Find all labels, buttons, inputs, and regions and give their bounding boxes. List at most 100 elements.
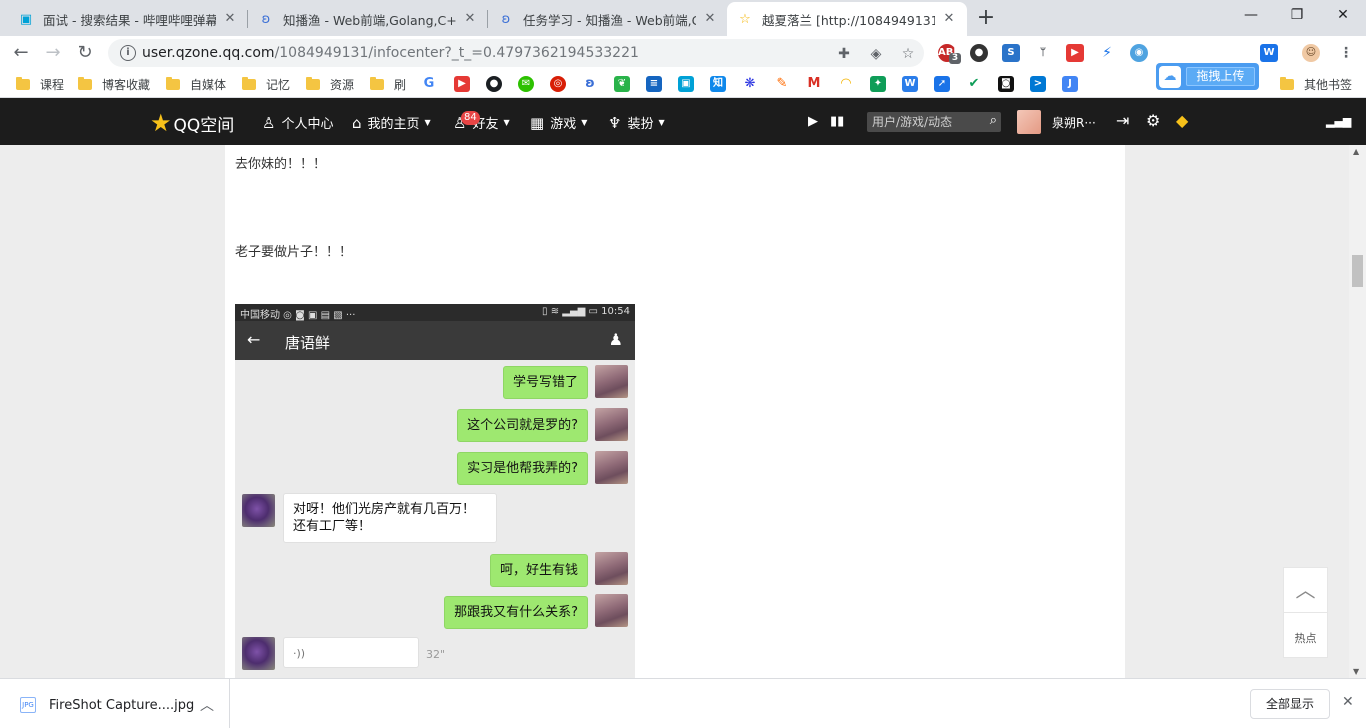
netease-music-icon[interactable]: ◎ xyxy=(550,76,566,92)
lightning-icon[interactable]: ⚡ xyxy=(1098,44,1116,62)
close-window-button[interactable]: ✕ xyxy=(1320,0,1366,30)
bookmark-folder[interactable]: 自媒体 xyxy=(166,76,226,93)
qzone-search-input[interactable] xyxy=(867,112,979,132)
zhiboyu-icon[interactable]: ʚ xyxy=(582,76,598,92)
username[interactable]: 泉朔R··· xyxy=(1052,114,1096,131)
w-extension-icon[interactable]: W xyxy=(1260,44,1278,62)
extension-puzzle-icon[interactable]: ✚ xyxy=(835,45,853,63)
vertical-scrollbar[interactable]: ▲ ▼ xyxy=(1349,145,1366,678)
gear-icon[interactable]: ⚙ xyxy=(1146,111,1160,130)
nav-personal-center[interactable]: ♙ 个人中心 xyxy=(262,113,333,133)
download-item[interactable]: JPG FireShot Capture....jpg ︿ xyxy=(0,679,230,728)
wechat-icon[interactable]: ✉ xyxy=(518,76,534,92)
close-icon[interactable]: ✕ xyxy=(222,11,238,27)
forward-button[interactable]: → xyxy=(40,40,66,66)
pen-icon[interactable]: ✎ xyxy=(774,76,790,92)
voice-icon: ·)) xyxy=(293,647,306,660)
bilibili-icon[interactable]: ▣ xyxy=(678,76,694,92)
s-extension-icon[interactable]: S xyxy=(1002,44,1020,62)
close-icon[interactable]: ✕ xyxy=(462,11,478,27)
tab-zhiboyu[interactable]: ʚ 知播渔 - Web前端,Golang,C++,Java ✕ xyxy=(248,2,488,36)
rainbow-icon[interactable]: ◠ xyxy=(838,76,854,92)
qzone-logo[interactable]: ★ QQ空间 xyxy=(150,109,234,137)
show-all-button[interactable]: 全部显示 xyxy=(1250,689,1330,719)
shirt-icon: ♆ xyxy=(608,113,622,132)
url-text: user.qzone.qq.com/1084949131/infocenter?… xyxy=(142,45,639,61)
address-bar[interactable]: i user.qzone.qq.com/1084949131/infocente… xyxy=(108,39,924,67)
leaf-icon[interactable]: ❦ xyxy=(614,76,630,92)
bookmark-folder[interactable]: 课程 xyxy=(16,76,64,93)
zhiboyu-icon: ʚ xyxy=(261,11,271,27)
close-icon[interactable]: ✕ xyxy=(1342,694,1354,710)
bookmark-folder[interactable]: 刷 xyxy=(370,76,406,93)
tab-title: 任务学习 - 知播渔 - Web前端,Golang xyxy=(523,12,696,28)
bookmark-star-icon[interactable]: ☆ xyxy=(899,45,917,63)
grid-icon: ▦ xyxy=(530,113,545,132)
chat-screenshot[interactable]: 中国移动 ◎ ◙ ▣ ▤ ▧ ··· ▯ ≋ ▂▄▆ ▭ 10:54 ← 唐语鲜… xyxy=(235,304,635,678)
hot-label[interactable]: 热点 xyxy=(1284,630,1327,646)
checkmark-icon[interactable]: ✔ xyxy=(966,76,982,92)
github-icon[interactable]: ● xyxy=(486,76,502,92)
zhihu-icon[interactable]: 知 xyxy=(710,76,726,92)
minimize-button[interactable]: — xyxy=(1228,0,1274,30)
chat-bubble-sent: 学号写错了 xyxy=(502,366,588,399)
scrollbar-thumb[interactable] xyxy=(1352,255,1363,287)
ghost-icon[interactable]: ◙ xyxy=(998,76,1014,92)
folder-icon xyxy=(370,77,384,90)
chat-bubble-sent: 实习是他帮我弄的? xyxy=(457,452,588,485)
news-icon[interactable]: ≡ xyxy=(646,76,662,92)
scroll-down-icon[interactable]: ▼ xyxy=(1353,667,1359,676)
nav-decorate[interactable]: ♆ 装扮 ▼ xyxy=(608,113,665,133)
chevron-up-icon[interactable]: ︿ xyxy=(1284,568,1327,613)
close-icon[interactable]: ✕ xyxy=(702,11,718,27)
back-to-top-widget[interactable]: ︿ 热点 xyxy=(1283,567,1328,658)
search-icon[interactable]: ⌕ xyxy=(990,113,997,128)
record-icon[interactable]: ● xyxy=(970,44,988,62)
post-line: 去你妹的！！！ xyxy=(235,157,327,172)
menu-icon[interactable]: ⋮ xyxy=(1337,44,1355,62)
chevron-up-icon[interactable]: ︿ xyxy=(200,695,214,715)
bookmark-folder[interactable]: 记忆 xyxy=(242,76,290,93)
scroll-up-icon[interactable]: ▲ xyxy=(1353,147,1359,156)
nav-my-homepage[interactable]: ⌂ 我的主页 ▼ xyxy=(352,113,431,133)
restore-button[interactable]: ❐ xyxy=(1274,0,1320,30)
home-icon: ⌂ xyxy=(352,113,362,132)
evernote-icon[interactable]: ✦ xyxy=(870,76,886,92)
bilibili-icon: ▣ xyxy=(19,11,33,27)
reload-button[interactable]: ↻ xyxy=(72,40,98,66)
tree-icon[interactable]: ᛘ xyxy=(1034,44,1052,62)
other-bookmarks[interactable]: 其他书签 xyxy=(1280,76,1352,93)
profile-avatar[interactable]: ☺ xyxy=(1302,44,1320,62)
close-icon[interactable]: ✕ xyxy=(941,11,957,27)
tab-bilibili[interactable]: ▣ 面试 - 搜索结果 - 哔哩哔哩弹幕视频网 ✕ xyxy=(8,2,248,36)
translate-icon[interactable]: ◈ xyxy=(867,45,885,63)
upload-widget[interactable]: ☁ 拖拽上传 xyxy=(1156,63,1259,90)
play-icon[interactable]: ▶ xyxy=(808,114,818,129)
bookmark-folder[interactable]: 资源 xyxy=(306,76,354,93)
gmail-icon[interactable]: M xyxy=(806,76,822,92)
youtube-icon[interactable]: ▶ xyxy=(454,76,470,92)
terminal-icon[interactable]: > xyxy=(1030,76,1046,92)
new-tab-button[interactable]: + xyxy=(972,5,1000,33)
globe-icon[interactable]: ◉ xyxy=(1130,44,1148,62)
bars-icon[interactable]: ▮▮ xyxy=(830,114,844,129)
nav-games[interactable]: ▦ 游戏 ▼ xyxy=(530,113,587,133)
baidu-icon[interactable]: ❋ xyxy=(742,76,758,92)
w-doc-icon[interactable]: W xyxy=(902,76,918,92)
arrow-icon[interactable]: ➚ xyxy=(934,76,950,92)
info-icon[interactable]: i xyxy=(120,45,136,61)
diamond-icon[interactable]: ◆ xyxy=(1176,111,1188,130)
bookmark-folder[interactable]: 博客收藏 xyxy=(78,76,150,93)
google-icon[interactable]: G xyxy=(421,76,437,92)
avatar[interactable] xyxy=(1017,110,1041,134)
tab-qzone[interactable]: ☆ 越夏落兰 [http://1084949131.qzone.qq.com] … xyxy=(727,2,967,36)
j-icon[interactable]: J xyxy=(1062,76,1078,92)
tab-task-study[interactable]: ʚ 任务学习 - 知播渔 - Web前端,Golang ✕ xyxy=(488,2,728,36)
back-button[interactable]: ← xyxy=(8,40,34,66)
logout-icon[interactable]: ⇥ xyxy=(1116,111,1129,130)
folder-icon xyxy=(1280,77,1294,90)
signal-icon[interactable]: ▂▄▆ xyxy=(1326,115,1351,128)
chat-header: ← 唐语鲜 ♟ xyxy=(235,321,635,360)
video-icon[interactable]: ▶ xyxy=(1066,44,1084,62)
avatar xyxy=(595,408,628,441)
